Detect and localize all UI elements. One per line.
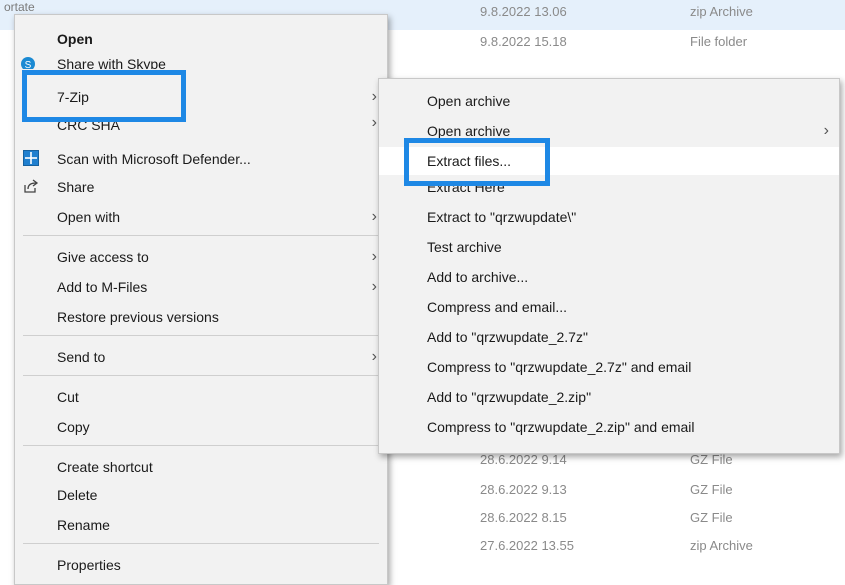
menu-item-label: Open with: [57, 209, 121, 225]
submenu-item-extract-to[interactable]: Extract to "qrzwupdate\": [379, 203, 839, 231]
menu-item-label: Send to: [57, 349, 106, 365]
menu-item-label: Share with Skype: [57, 56, 166, 69]
menu-item-cut[interactable]: Cut: [15, 383, 387, 411]
menu-item-label: Add to archive...: [427, 269, 529, 285]
menu-item-label: Share: [57, 179, 95, 195]
file-date: 28.6.2022 9.13: [480, 482, 567, 497]
submenu-item-test-archive[interactable]: Test archive: [379, 233, 839, 261]
menu-item-label: Add to M-Files: [57, 279, 148, 295]
menu-item-properties[interactable]: Properties: [15, 551, 387, 579]
menu-separator: [23, 235, 379, 236]
skype-icon: S: [21, 57, 35, 69]
file-date: 28.6.2022 9.14: [480, 452, 567, 467]
defender-icon: [23, 150, 39, 166]
menu-item-label: Copy: [57, 419, 90, 435]
menu-item-label: Compress to "qrzwupdate_2.zip" and email: [427, 419, 695, 435]
menu-item-label: Extract files...: [427, 153, 512, 169]
chevron-right-icon: ›: [371, 115, 377, 131]
menu-separator: [23, 445, 379, 446]
submenu-item-extract-files[interactable]: Extract files...: [379, 147, 839, 175]
file-type: GZ File: [690, 452, 733, 467]
context-menu: Open S Share with Skype 7-Zip › CRC SHA …: [14, 14, 388, 585]
chevron-right-icon: ›: [371, 348, 377, 365]
menu-item-label: Compress and email...: [427, 299, 568, 315]
menu-item-label: 7-Zip: [57, 89, 89, 105]
submenu-item-compress-zip-email[interactable]: Compress to "qrzwupdate_2.zip" and email: [379, 413, 839, 441]
menu-item-label: Create shortcut: [57, 459, 153, 475]
file-date: 9.8.2022 13.06: [480, 4, 567, 19]
menu-item-label: Test archive: [427, 239, 502, 255]
submenu-item-open-archive[interactable]: Open archive: [379, 87, 839, 115]
menu-item-give-access[interactable]: Give access to ›: [15, 243, 387, 271]
menu-item-label: Rename: [57, 517, 110, 533]
menu-item-open[interactable]: Open: [15, 25, 387, 53]
file-date: 27.6.2022 13.55: [480, 538, 574, 553]
submenu-item-open-archive-more[interactable]: Open archive ›: [379, 117, 839, 145]
chevron-right-icon: ›: [371, 248, 377, 265]
menu-item-label: Restore previous versions: [57, 309, 219, 325]
file-date: 9.8.2022 15.18: [480, 34, 567, 49]
submenu-item-compress-email[interactable]: Compress and email...: [379, 293, 839, 321]
chevron-right-icon: ›: [371, 88, 377, 105]
submenu-item-add-to-zip[interactable]: Add to "qrzwupdate_2.zip": [379, 383, 839, 411]
file-date: 28.6.2022 8.15: [480, 510, 567, 525]
submenu-item-add-to-archive[interactable]: Add to archive...: [379, 263, 839, 291]
menu-item-label: Cut: [57, 389, 79, 405]
submenu-item-extract-here[interactable]: Extract Here: [379, 177, 839, 197]
menu-item-label: Extract to "qrzwupdate\": [427, 209, 577, 225]
file-name-fragment: ortate: [4, 0, 35, 14]
menu-item-label: Scan with Microsoft Defender...: [57, 151, 251, 167]
menu-separator: [23, 375, 379, 376]
menu-item-share[interactable]: Share: [15, 173, 387, 201]
menu-item-add-to-mfiles[interactable]: Add to M-Files ›: [15, 273, 387, 301]
menu-item-scan-defender[interactable]: Scan with Microsoft Defender...: [15, 145, 387, 173]
menu-separator: [23, 335, 379, 336]
menu-item-label: Open: [57, 31, 93, 47]
menu-item-7zip[interactable]: 7-Zip ›: [15, 83, 387, 111]
menu-item-label: Compress to "qrzwupdate_2.7z" and email: [427, 359, 692, 375]
menu-item-label: CRC SHA: [57, 117, 121, 133]
file-type: zip Archive: [690, 4, 753, 19]
menu-item-copy[interactable]: Copy: [15, 413, 387, 441]
file-type: GZ File: [690, 482, 733, 497]
menu-item-share-skype[interactable]: S Share with Skype: [15, 51, 387, 69]
menu-item-restore-versions[interactable]: Restore previous versions: [15, 303, 387, 331]
menu-item-rename[interactable]: Rename: [15, 511, 387, 539]
menu-item-label: Extract Here: [427, 179, 505, 195]
menu-item-crc-sha[interactable]: CRC SHA ›: [15, 115, 387, 135]
chevron-right-icon: ›: [823, 122, 829, 139]
menu-item-label: Open archive: [427, 123, 511, 139]
file-type: File folder: [690, 34, 748, 49]
menu-separator: [23, 543, 379, 544]
chevron-right-icon: ›: [371, 208, 377, 225]
menu-item-delete[interactable]: Delete: [15, 481, 387, 509]
submenu-item-add-to-7z[interactable]: Add to "qrzwupdate_2.7z": [379, 323, 839, 351]
menu-item-label: Delete: [57, 487, 98, 503]
menu-item-label: Add to "qrzwupdate_2.7z": [427, 329, 588, 345]
chevron-right-icon: ›: [371, 278, 377, 295]
menu-item-label: Add to "qrzwupdate_2.zip": [427, 389, 592, 405]
menu-item-open-with[interactable]: Open with ›: [15, 203, 387, 231]
share-icon: [24, 179, 39, 193]
menu-item-label: Open archive: [427, 93, 511, 109]
menu-item-create-shortcut[interactable]: Create shortcut: [15, 453, 387, 481]
menu-item-send-to[interactable]: Send to ›: [15, 343, 387, 371]
file-type: GZ File: [690, 510, 733, 525]
menu-item-label: Properties: [57, 557, 121, 573]
file-type: zip Archive: [690, 538, 753, 553]
7zip-submenu: Open archive Open archive › Extract file…: [378, 78, 840, 454]
menu-item-label: Give access to: [57, 249, 149, 265]
svg-text:S: S: [25, 60, 32, 69]
submenu-item-compress-7z-email[interactable]: Compress to "qrzwupdate_2.7z" and email: [379, 353, 839, 381]
